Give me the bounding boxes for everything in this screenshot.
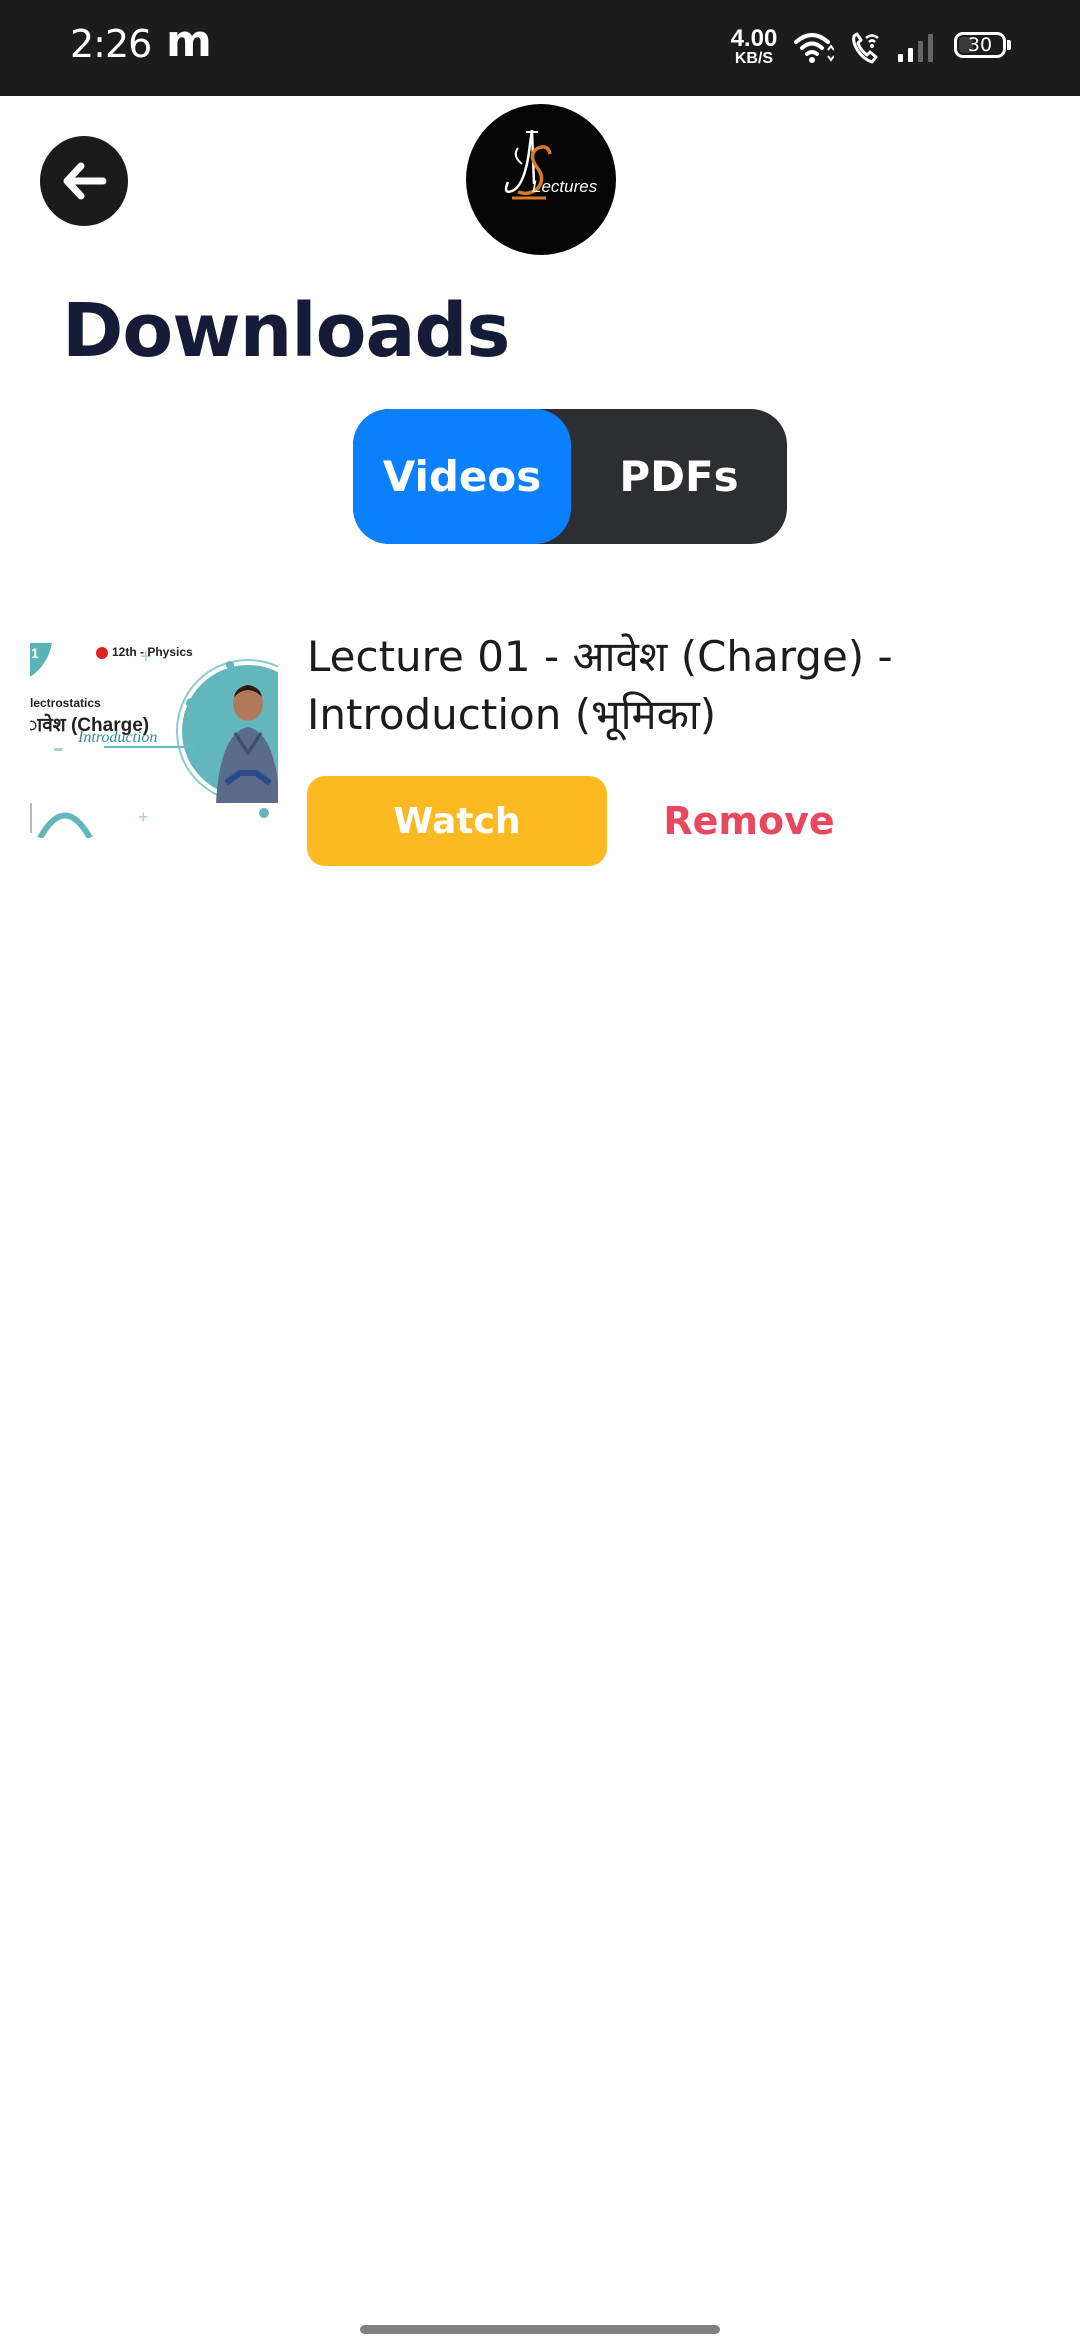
as-lectures-logo-icon: Lectures [504,129,598,200]
signal-icon [898,34,933,62]
battery-level: 30 [967,34,993,56]
tab-pdfs[interactable]: PDFs [571,409,787,544]
battery-nub [1007,40,1011,50]
thumbnail-badge: 12th - Physics [112,645,193,659]
battery-icon: 30 [954,32,1006,58]
back-button[interactable] [40,136,128,226]
logo-text: Lectures [532,177,598,196]
network-speed: 4.00 KB/S [724,27,784,67]
thumbnail-number: 1 [31,645,39,661]
status-time: 2:26 [70,22,152,66]
remove-button[interactable]: Remove [650,776,848,866]
network-speed-unit: KB/S [734,50,774,67]
network-speed-value: 4.00 [730,25,778,52]
thumbnail-subheading: Introduction [78,729,158,746]
page-title: Downloads [62,288,510,374]
content-type-tabs: Videos PDFs [353,409,787,544]
download-title: Lecture 01 - आवेश (Charge) - Introductio… [307,632,893,739]
thumbnail-chapter: lectrostatics [30,696,101,710]
wifi-calling-icon [852,32,879,64]
watch-button[interactable]: Watch [307,776,607,866]
app-logo: Lectures [466,104,616,255]
tab-videos[interactable]: Videos [353,409,571,544]
notification-app-icon: m [166,16,212,67]
arrow-left-icon [63,162,107,200]
status-bar: 2:26 m 4.00 KB/S 30 [0,0,1080,96]
svg-text:+: + [138,807,149,827]
home-indicator[interactable] [360,2325,720,2334]
wifi-icon [794,33,834,63]
video-thumbnail[interactable]: + + 1 12th - Physics lectrostatics ावेश … [30,643,278,838]
